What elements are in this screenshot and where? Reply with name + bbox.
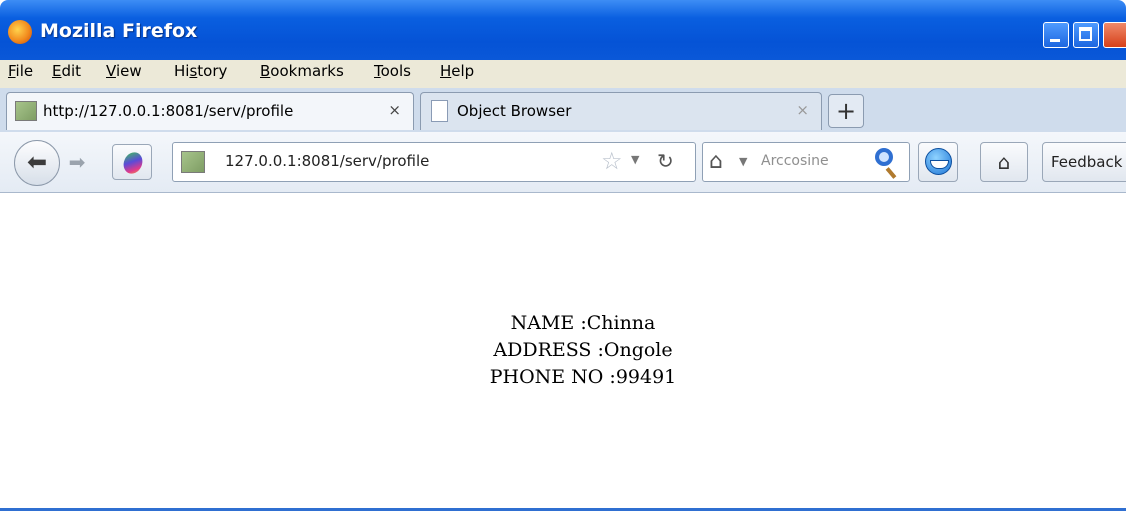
feedback-button[interactable]: Feedback bbox=[1042, 142, 1126, 182]
profile-phone: PHONE NO :99491 bbox=[489, 366, 677, 388]
close-window-button[interactable] bbox=[1103, 22, 1126, 48]
profile-address: ADDRESS :Ongole bbox=[493, 339, 673, 361]
menu-edit[interactable]: Edit bbox=[52, 62, 81, 80]
tab-profile[interactable]: http://127.0.0.1:8081/serv/profile × bbox=[6, 92, 414, 130]
tab-object-browser[interactable]: Object Browser × bbox=[420, 92, 822, 130]
back-arrow-icon[interactable]: ⬅ bbox=[14, 140, 60, 186]
star-icon[interactable]: ☆ bbox=[601, 147, 623, 175]
title-bar: Mozilla Firefox bbox=[0, 0, 1126, 60]
forward-arrow-icon[interactable]: ➡ bbox=[62, 150, 92, 176]
reload-icon[interactable]: ↻ bbox=[657, 149, 674, 173]
firefox-icon bbox=[8, 20, 32, 44]
tab-close-icon[interactable]: × bbox=[796, 101, 809, 119]
addon-button[interactable] bbox=[112, 144, 152, 180]
blank-page-icon bbox=[431, 100, 448, 122]
search-engine-home-icon[interactable]: ⌂ bbox=[709, 149, 723, 174]
search-bar[interactable]: ⌂ ▼ Arccosine bbox=[702, 142, 910, 182]
menu-history[interactable]: History bbox=[174, 62, 227, 80]
profile-name: NAME :Chinna bbox=[510, 312, 656, 334]
new-tab-button[interactable]: + bbox=[828, 94, 864, 128]
home-icon[interactable]: ⌂ bbox=[980, 142, 1028, 182]
tab-label: http://127.0.0.1:8081/serv/profile bbox=[43, 102, 294, 120]
url-text[interactable]: 127.0.0.1:8081/serv/profile bbox=[225, 152, 429, 170]
navigation-bar: ⬅ ➡ 127.0.0.1:8081/serv/profile ☆ ▼ ↻ ⌂ … bbox=[0, 132, 1126, 193]
profile-details: NAME :Chinna ADDRESS :Ongole PHONE NO :9… bbox=[0, 310, 1126, 391]
page-favicon-icon bbox=[181, 151, 205, 173]
smiley-addon-button[interactable] bbox=[918, 142, 958, 182]
menu-bar: File Edit View History Bookmarks Tools H… bbox=[0, 60, 1126, 88]
magnifier-icon[interactable] bbox=[875, 148, 893, 166]
page-content: NAME :Chinna ADDRESS :Ongole PHONE NO :9… bbox=[0, 193, 1126, 508]
tab-close-icon[interactable]: × bbox=[388, 101, 401, 119]
chevron-down-icon[interactable]: ▼ bbox=[631, 153, 639, 166]
tab-strip: http://127.0.0.1:8081/serv/profile × Obj… bbox=[0, 88, 1126, 132]
minimize-button[interactable] bbox=[1043, 22, 1069, 48]
chevron-down-icon[interactable]: ▼ bbox=[739, 155, 747, 168]
page-favicon-icon bbox=[15, 101, 37, 121]
window-title: Mozilla Firefox bbox=[40, 20, 198, 42]
url-bar[interactable]: 127.0.0.1:8081/serv/profile ☆ ▼ ↻ bbox=[172, 142, 696, 182]
menu-tools[interactable]: Tools bbox=[374, 62, 411, 80]
maximize-button[interactable] bbox=[1073, 22, 1099, 48]
menu-bookmarks[interactable]: Bookmarks bbox=[260, 62, 344, 80]
bottom-border bbox=[0, 508, 1126, 511]
search-input[interactable]: Arccosine bbox=[761, 153, 829, 169]
addon-gem-icon bbox=[120, 149, 146, 177]
smiley-icon bbox=[925, 148, 952, 175]
menu-help[interactable]: Help bbox=[440, 62, 474, 80]
menu-file[interactable]: File bbox=[8, 62, 33, 80]
tab-label: Object Browser bbox=[457, 102, 572, 120]
menu-view[interactable]: View bbox=[106, 62, 142, 80]
